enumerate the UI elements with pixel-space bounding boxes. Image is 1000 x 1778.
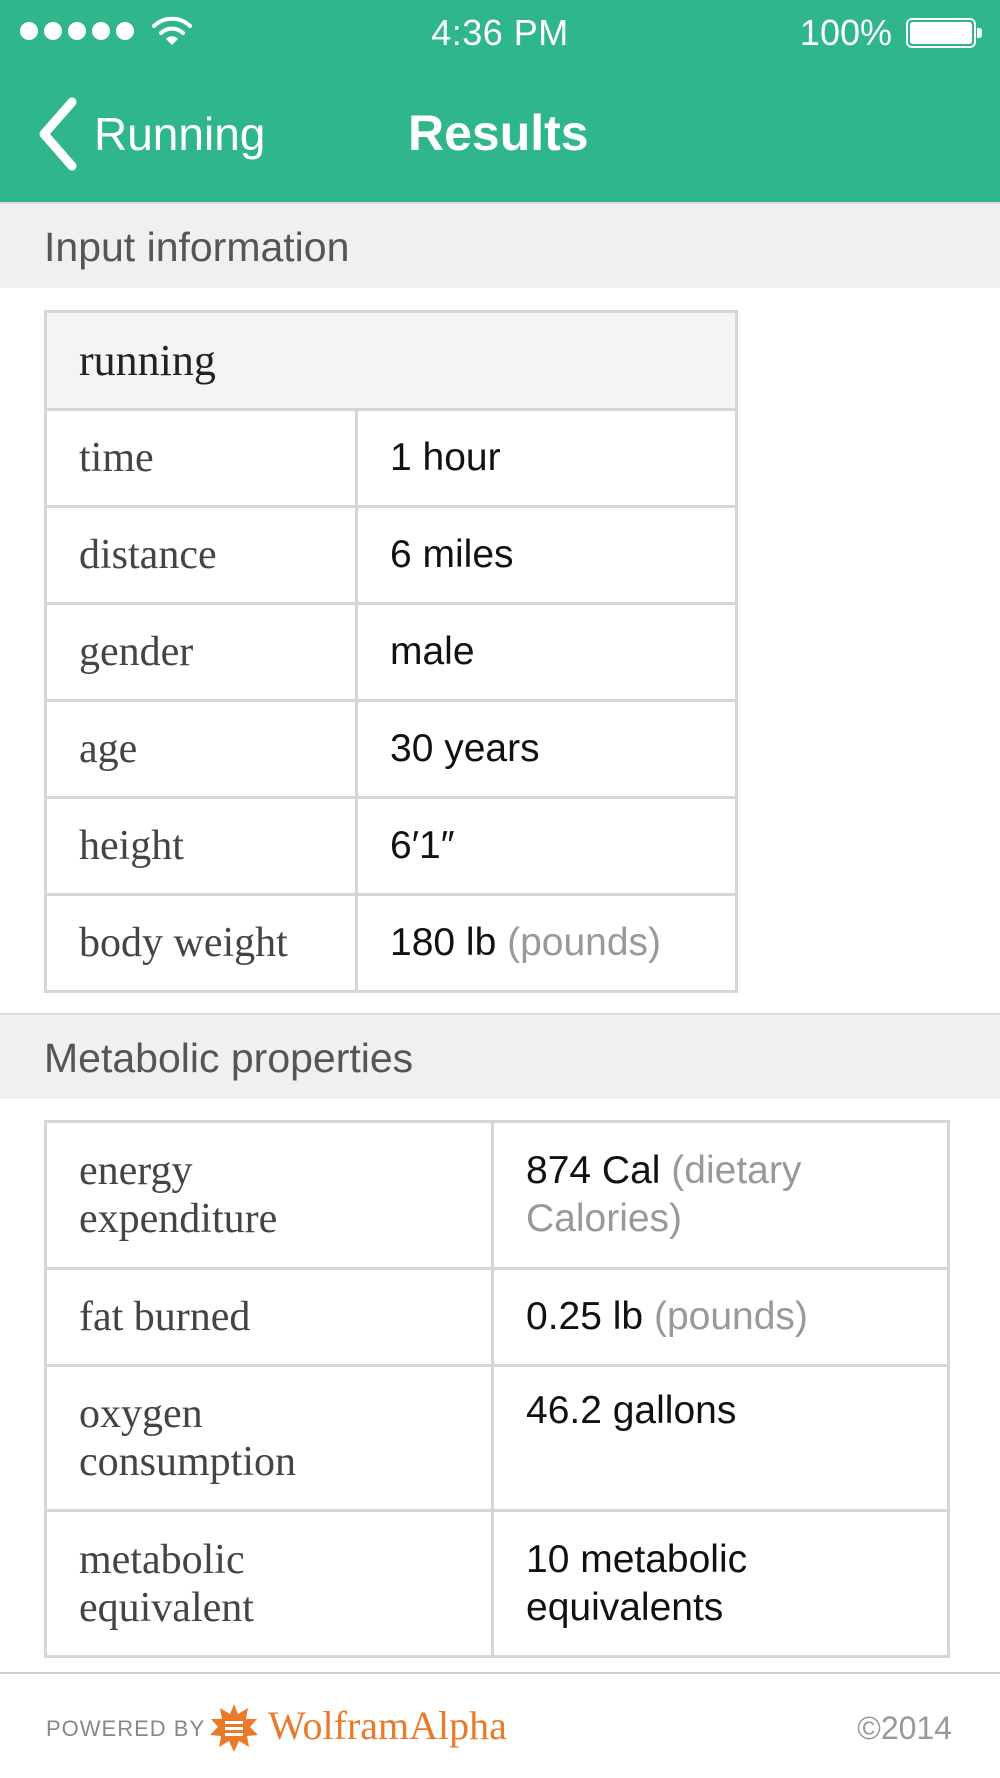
- row-value: 30 years: [355, 699, 738, 799]
- row-label: metabolic equivalent: [44, 1509, 494, 1658]
- table-title-row: running: [44, 310, 738, 411]
- row-value: 0.25 lb (pounds): [491, 1267, 950, 1367]
- table-row: fat burned 0.25 lb (pounds): [44, 1267, 950, 1367]
- brand-name[interactable]: WolframAlpha: [268, 1702, 507, 1749]
- chevron-left-icon: [39, 97, 77, 171]
- table-row: distance 6 miles: [44, 505, 738, 605]
- table-row: energy expenditure 874 Cal (dietary Calo…: [44, 1120, 950, 1270]
- section-title: Metabolic properties: [44, 1035, 414, 1081]
- battery-icon: [906, 18, 982, 48]
- table-row: time 1 hour: [44, 408, 738, 508]
- row-label: gender: [44, 602, 358, 702]
- section-header-metabolic-properties: Metabolic properties: [0, 1013, 1000, 1099]
- status-bar: 4:36 PM 100%: [0, 0, 1000, 66]
- copyright: ©2014: [857, 1710, 952, 1746]
- back-button[interactable]: Running: [36, 96, 265, 172]
- table-row: body weight 180 lb (pounds): [44, 893, 738, 993]
- row-value: 46.2 gallons: [491, 1364, 950, 1512]
- row-label: height: [44, 796, 358, 896]
- row-label: time: [44, 408, 358, 508]
- section-header-input-information: Input information: [0, 202, 1000, 288]
- table-row: metabolic equivalent 10 metabolic equiva…: [44, 1509, 950, 1658]
- footer: POWERED BY WolframAlpha ©2014: [0, 1672, 1000, 1778]
- row-value: male: [355, 602, 738, 702]
- page-title: Results: [408, 105, 589, 161]
- row-label: body weight: [44, 893, 358, 993]
- row-label: age: [44, 699, 358, 799]
- navigation-bar: Running Results: [0, 66, 1000, 202]
- row-value: 10 metabolic equivalents: [491, 1509, 950, 1658]
- wolframalpha-logo-icon[interactable]: [208, 1702, 260, 1754]
- powered-by-label: POWERED BY: [46, 1716, 206, 1741]
- row-value: 1 hour: [355, 408, 738, 508]
- table-row: oxygen consumption 46.2 gallons: [44, 1364, 950, 1512]
- row-label: energy expenditure: [44, 1120, 494, 1270]
- row-label: oxygen consumption: [44, 1364, 494, 1512]
- row-value: 6 miles: [355, 505, 738, 605]
- back-button-label: Running: [94, 108, 266, 160]
- table-title: running: [44, 310, 738, 411]
- app-header: 4:36 PM 100% Running Results: [0, 0, 1000, 202]
- metabolic-properties-table: energy expenditure 874 Cal (dietary Calo…: [44, 1120, 950, 1658]
- table-row: height 6′1″: [44, 796, 738, 896]
- row-value: 6′1″: [355, 796, 738, 896]
- row-label: distance: [44, 505, 358, 605]
- table-row: age 30 years: [44, 699, 738, 799]
- input-information-table: running time 1 hour distance 6 miles gen…: [44, 310, 738, 993]
- battery-percentage: 100%: [799, 12, 892, 53]
- row-label: fat burned: [44, 1267, 494, 1367]
- row-value: 874 Cal (dietary Calories): [491, 1120, 950, 1270]
- table-row: gender male: [44, 602, 738, 702]
- row-value: 180 lb (pounds): [355, 893, 738, 993]
- unit-note: (pounds): [507, 921, 662, 964]
- section-title: Input information: [44, 224, 350, 270]
